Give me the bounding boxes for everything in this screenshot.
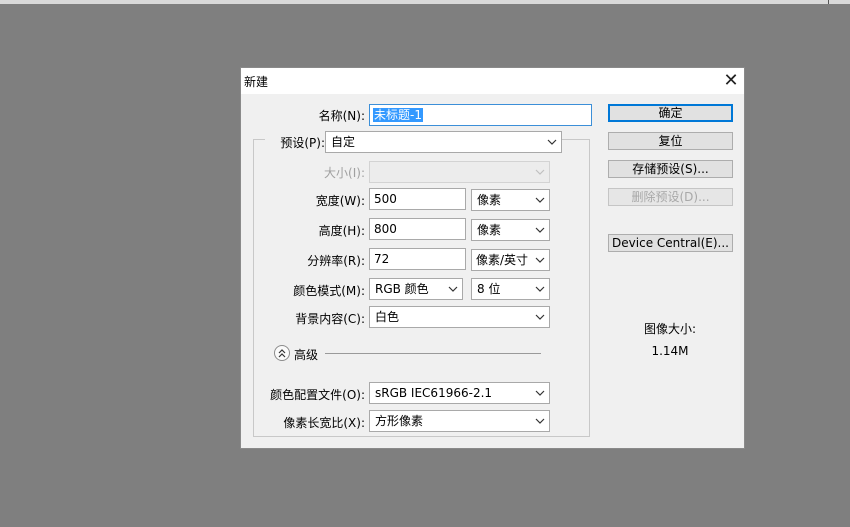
workspace-tick bbox=[828, 0, 829, 4]
height-label: 高度(H): bbox=[318, 224, 365, 238]
workspace-top-strip bbox=[0, 0, 850, 4]
chevron-down-icon bbox=[535, 390, 545, 396]
width-label: 宽度(W): bbox=[315, 194, 365, 208]
color-profile-value: sRGB IEC61966-2.1 bbox=[375, 386, 493, 400]
name-label: 名称(N): bbox=[318, 109, 365, 123]
height-unit-value: 像素 bbox=[477, 223, 502, 237]
dialog-titlebar: 新建 ✕ bbox=[241, 68, 744, 94]
advanced-label: 高级 bbox=[294, 348, 319, 362]
preset-select-value: 自定 bbox=[331, 135, 356, 149]
bit-depth-select[interactable]: 8 位 bbox=[471, 278, 550, 300]
resolution-unit-value: 像素/英寸 bbox=[476, 253, 529, 267]
color-profile-select[interactable]: sRGB IEC61966-2.1 bbox=[369, 382, 550, 404]
height-input-value: 800 bbox=[374, 222, 397, 236]
close-icon[interactable]: ✕ bbox=[719, 69, 743, 93]
color-mode-label: 颜色模式(M): bbox=[293, 284, 365, 298]
save-preset-button[interactable]: 存储预设(S)... bbox=[608, 160, 733, 178]
delete-preset-button: 删除预设(D)... bbox=[608, 188, 733, 206]
chevron-down-icon bbox=[535, 169, 545, 175]
image-size-value: 1.14M bbox=[651, 344, 689, 358]
background-label: 背景内容(C): bbox=[295, 312, 365, 326]
reset-button[interactable]: 复位 bbox=[608, 132, 733, 150]
width-input[interactable]: 500 bbox=[369, 188, 466, 210]
advanced-divider bbox=[325, 353, 541, 354]
double-chevron-up-icon bbox=[278, 349, 286, 358]
color-mode-value: RGB 颜色 bbox=[375, 282, 429, 296]
device-central-button[interactable]: Device Central(E)... bbox=[608, 234, 733, 252]
resolution-label: 分辨率(R): bbox=[307, 254, 365, 268]
image-size-label: 图像大小: bbox=[643, 322, 697, 336]
pixel-aspect-label: 像素长宽比(X): bbox=[283, 416, 365, 430]
chevron-down-icon bbox=[535, 314, 545, 320]
width-unit-value: 像素 bbox=[477, 193, 502, 207]
width-input-value: 500 bbox=[374, 192, 397, 206]
chevron-down-icon bbox=[547, 139, 557, 145]
width-unit-select[interactable]: 像素 bbox=[471, 189, 550, 211]
color-mode-select[interactable]: RGB 颜色 bbox=[369, 278, 463, 300]
color-profile-label: 颜色配置文件(O): bbox=[270, 388, 365, 402]
preset-label: 预设(P): bbox=[265, 134, 327, 151]
background-value: 白色 bbox=[375, 310, 400, 324]
name-input-value: 未标题-1 bbox=[373, 108, 423, 122]
height-unit-select[interactable]: 像素 bbox=[471, 219, 550, 241]
size-select bbox=[369, 161, 550, 183]
chevron-down-icon bbox=[448, 286, 458, 292]
pixel-aspect-value: 方形像素 bbox=[375, 414, 424, 428]
advanced-toggle-button[interactable] bbox=[274, 345, 290, 361]
size-label: 大小(I): bbox=[324, 166, 365, 180]
chevron-down-icon bbox=[535, 257, 545, 263]
resolution-input[interactable]: 72 bbox=[369, 248, 466, 270]
height-input[interactable]: 800 bbox=[369, 218, 466, 240]
preset-select[interactable]: 自定 bbox=[325, 131, 562, 153]
dialog-title: 新建 bbox=[244, 75, 269, 89]
pixel-aspect-select[interactable]: 方形像素 bbox=[369, 410, 550, 432]
chevron-down-icon bbox=[535, 418, 545, 424]
chevron-down-icon bbox=[535, 227, 545, 233]
new-document-dialog: 新建 ✕ 名称(N): 未标题-1 预设(P): 自定 大小(I): 宽度(W)… bbox=[240, 67, 745, 449]
chevron-down-icon bbox=[535, 286, 545, 292]
name-input[interactable]: 未标题-1 bbox=[369, 104, 592, 126]
ok-button[interactable]: 确定 bbox=[608, 104, 733, 122]
chevron-down-icon bbox=[535, 197, 545, 203]
resolution-unit-select[interactable]: 像素/英寸 bbox=[471, 249, 550, 271]
background-select[interactable]: 白色 bbox=[369, 306, 550, 328]
bit-depth-value: 8 位 bbox=[477, 282, 501, 296]
resolution-input-value: 72 bbox=[374, 252, 390, 266]
